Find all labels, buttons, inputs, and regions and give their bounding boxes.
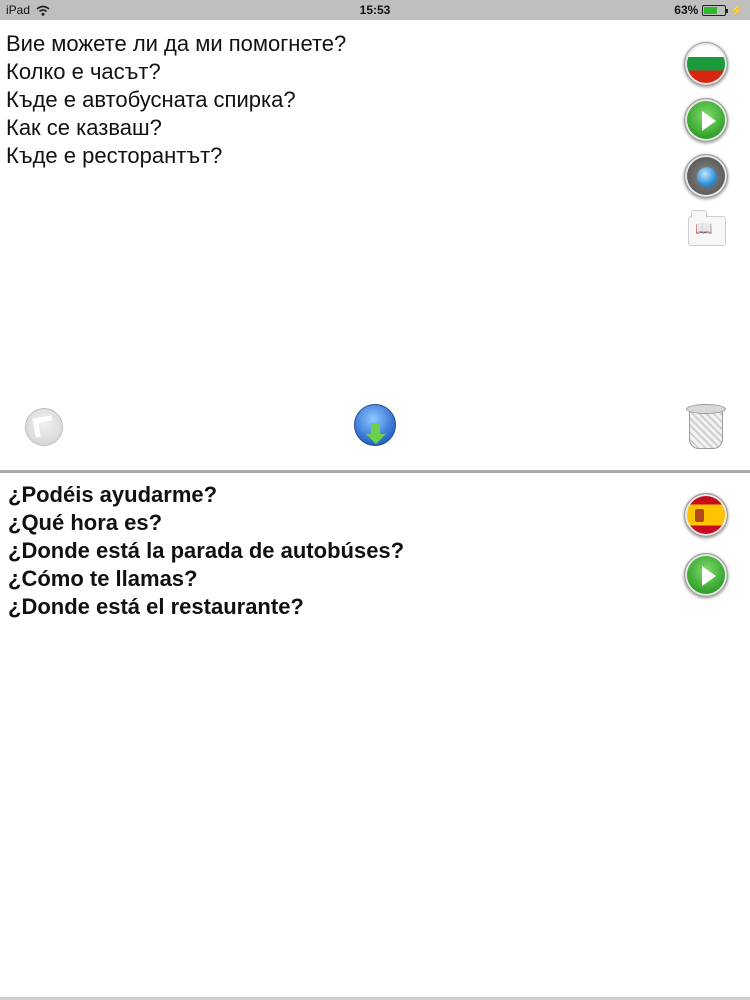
spain-crest xyxy=(695,509,704,522)
target-phrase[interactable]: ¿Qué hora es? xyxy=(8,509,404,537)
trash-icon[interactable] xyxy=(686,404,726,452)
target-pane: ¿Podéis ayudarme? ¿Qué hora es? ¿Donde e… xyxy=(0,473,750,1000)
target-phrase[interactable]: ¿Cómo te llamas? xyxy=(8,565,404,593)
source-phrase[interactable]: Вие можете ли да ми помогнете? xyxy=(6,30,346,58)
source-pane: Вие можете ли да ми помогнете? Колко е ч… xyxy=(0,20,750,470)
target-phrase[interactable]: ¿Donde está la parada de autobúses? xyxy=(8,537,404,565)
translate-download-icon[interactable] xyxy=(354,404,396,446)
source-phrase[interactable]: Колко е часът? xyxy=(6,58,346,86)
target-phrase[interactable]: ¿Podéis ayudarme? xyxy=(8,481,404,509)
charging-bolt-icon: ⚡ xyxy=(730,4,744,17)
source-phrase[interactable]: Как се казваш? xyxy=(6,114,346,142)
target-side-controls xyxy=(684,493,728,597)
battery-percent: 63% xyxy=(674,3,699,17)
battery-icon xyxy=(702,4,729,16)
clock: 15:53 xyxy=(359,3,391,17)
back-arrow-icon[interactable] xyxy=(25,408,63,446)
book-glyph-icon: 📖 xyxy=(695,220,713,236)
target-phrase-list: ¿Podéis ayudarme? ¿Qué hora es? ¿Donde e… xyxy=(8,481,404,621)
status-right: 63% ⚡ xyxy=(674,3,744,17)
play-icon[interactable] xyxy=(684,553,728,597)
status-bar: iPad 15:53 63% ⚡ xyxy=(0,0,750,20)
trash-rim xyxy=(686,404,726,414)
target-phrase[interactable]: ¿Donde está el restaurante? xyxy=(8,593,404,621)
spain-flag-icon[interactable] xyxy=(684,493,728,537)
bulgaria-flag-icon[interactable] xyxy=(684,42,728,86)
phrasebook-icon[interactable]: 📖 xyxy=(686,210,726,250)
source-phrase-list: Вие можете ли да ми помогнете? Колко е ч… xyxy=(6,30,346,170)
source-side-controls: 📖 xyxy=(684,42,728,250)
source-phrase[interactable]: Къде е автобусната спирка? xyxy=(6,86,346,114)
trash-body xyxy=(689,409,723,449)
battery-level xyxy=(704,6,717,14)
source-phrase[interactable]: Къде е ресторантът? xyxy=(6,142,346,170)
play-icon[interactable] xyxy=(684,98,728,142)
record-icon[interactable] xyxy=(684,154,728,198)
action-toolbar xyxy=(0,402,750,458)
